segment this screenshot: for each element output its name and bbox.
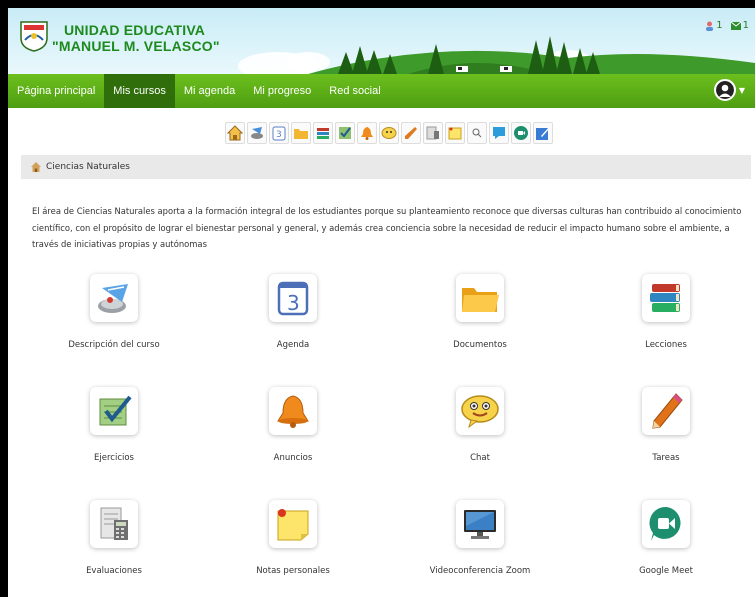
nav-home[interactable]: Página principal	[8, 74, 104, 108]
edit-icon[interactable]	[533, 122, 553, 144]
tool-label: Agenda	[276, 340, 310, 350]
google-meet-icon[interactable]	[642, 500, 690, 548]
course-description-text: El área de Ciencias Naturales aporta a l…	[32, 206, 742, 249]
course-toolbar: 3	[225, 122, 553, 144]
monitor-icon[interactable]	[456, 500, 504, 548]
messages-link[interactable]: 1	[730, 20, 749, 31]
tool-google-meet[interactable]: Google Meet	[581, 500, 751, 576]
tool-chat[interactable]: Chat	[395, 387, 565, 463]
home-icon[interactable]	[31, 162, 41, 172]
tool-label: Evaluaciones	[86, 566, 142, 576]
nav-social-network[interactable]: Red social	[320, 74, 389, 108]
tool-label: Notas personales	[256, 566, 330, 576]
school-name-line1: UNIDAD EDUCATIVA	[64, 22, 206, 38]
school-name-line2: "MANUEL M. VELASCO"	[52, 38, 220, 54]
tool-tasks[interactable]: Tareas	[581, 387, 751, 463]
search-icon[interactable]	[467, 122, 487, 144]
chat-icon[interactable]	[379, 122, 399, 144]
users-icon	[706, 21, 714, 31]
pencil-icon[interactable]	[642, 387, 690, 435]
calculator-icon[interactable]	[90, 500, 138, 548]
page-frame: UNIDAD EDUCATIVA "MANUEL M. VELASCO" 1 1…	[8, 8, 755, 597]
course-description-icon[interactable]	[247, 122, 267, 144]
zoom-icon[interactable]	[489, 122, 509, 144]
tool-zoom-videoconference[interactable]: Videoconferencia Zoom	[395, 500, 565, 576]
tool-label: Descripción del curso	[68, 340, 160, 350]
users-count: 1	[716, 20, 723, 31]
messages-count: 1	[742, 20, 749, 31]
tool-agenda[interactable]: 3 Agenda	[208, 274, 378, 350]
nav-my-courses[interactable]: Mis cursos	[104, 74, 175, 108]
exercises-icon[interactable]	[335, 122, 355, 144]
tasks-icon[interactable]	[401, 122, 421, 144]
tool-course-description[interactable]: Descripción del curso	[29, 274, 199, 350]
user-menu[interactable]: ▼	[713, 79, 745, 101]
sticky-note-icon[interactable]	[269, 500, 317, 548]
avatar-icon	[713, 79, 736, 101]
nav-my-progress[interactable]: Mi progreso	[244, 74, 320, 108]
breadcrumb: Ciencias Naturales	[21, 155, 751, 179]
tool-personal-notes[interactable]: Notas personales	[208, 500, 378, 576]
books-icon[interactable]	[642, 274, 690, 322]
school-logo	[20, 21, 48, 52]
calendar-icon[interactable]: 3	[269, 274, 317, 322]
agenda-icon[interactable]: 3	[269, 122, 289, 144]
bell-icon[interactable]	[269, 387, 317, 435]
messages-icon	[730, 21, 741, 30]
chevron-down-icon: ▼	[738, 85, 745, 95]
nav-my-agenda[interactable]: Mi agenda	[175, 74, 244, 108]
folder-icon[interactable]	[456, 274, 504, 322]
checklist-icon[interactable]	[90, 387, 138, 435]
lessons-icon[interactable]	[313, 122, 333, 144]
svg-text:3: 3	[276, 130, 282, 140]
tool-label: Chat	[470, 453, 490, 463]
header-banner: UNIDAD EDUCATIVA "MANUEL M. VELASCO" 1 1	[8, 8, 755, 74]
main-nav: Página principal Mis cursos Mi agenda Mi…	[8, 74, 755, 108]
course-description-icon[interactable]	[90, 274, 138, 322]
meet-icon[interactable]	[511, 122, 531, 144]
breadcrumb-course-link[interactable]: Ciencias Naturales	[46, 162, 130, 172]
tool-label: Anuncios	[273, 453, 313, 463]
tool-label: Ejercicios	[94, 453, 134, 463]
tool-label: Tareas	[652, 453, 680, 463]
svg-text:3: 3	[287, 291, 300, 315]
tool-label: Videoconferencia Zoom	[429, 566, 531, 576]
header-counters: 1 1	[705, 20, 749, 31]
evaluations-icon[interactable]	[423, 122, 443, 144]
chat-face-icon[interactable]	[456, 387, 504, 435]
tool-announcements[interactable]: Anuncios	[208, 387, 378, 463]
tool-lessons[interactable]: Lecciones	[581, 274, 751, 350]
users-online[interactable]: 1	[705, 20, 723, 31]
documents-icon[interactable]	[291, 122, 311, 144]
announcements-icon[interactable]	[357, 122, 377, 144]
tool-label: Google Meet	[639, 566, 693, 576]
tool-exercises[interactable]: Ejercicios	[29, 387, 199, 463]
tool-label: Lecciones	[645, 340, 687, 350]
home-icon[interactable]	[225, 122, 245, 144]
tool-label: Documentos	[453, 340, 507, 350]
notes-icon[interactable]	[445, 122, 465, 144]
tool-evaluations[interactable]: Evaluaciones	[29, 500, 199, 576]
tool-documents[interactable]: Documentos	[395, 274, 565, 350]
